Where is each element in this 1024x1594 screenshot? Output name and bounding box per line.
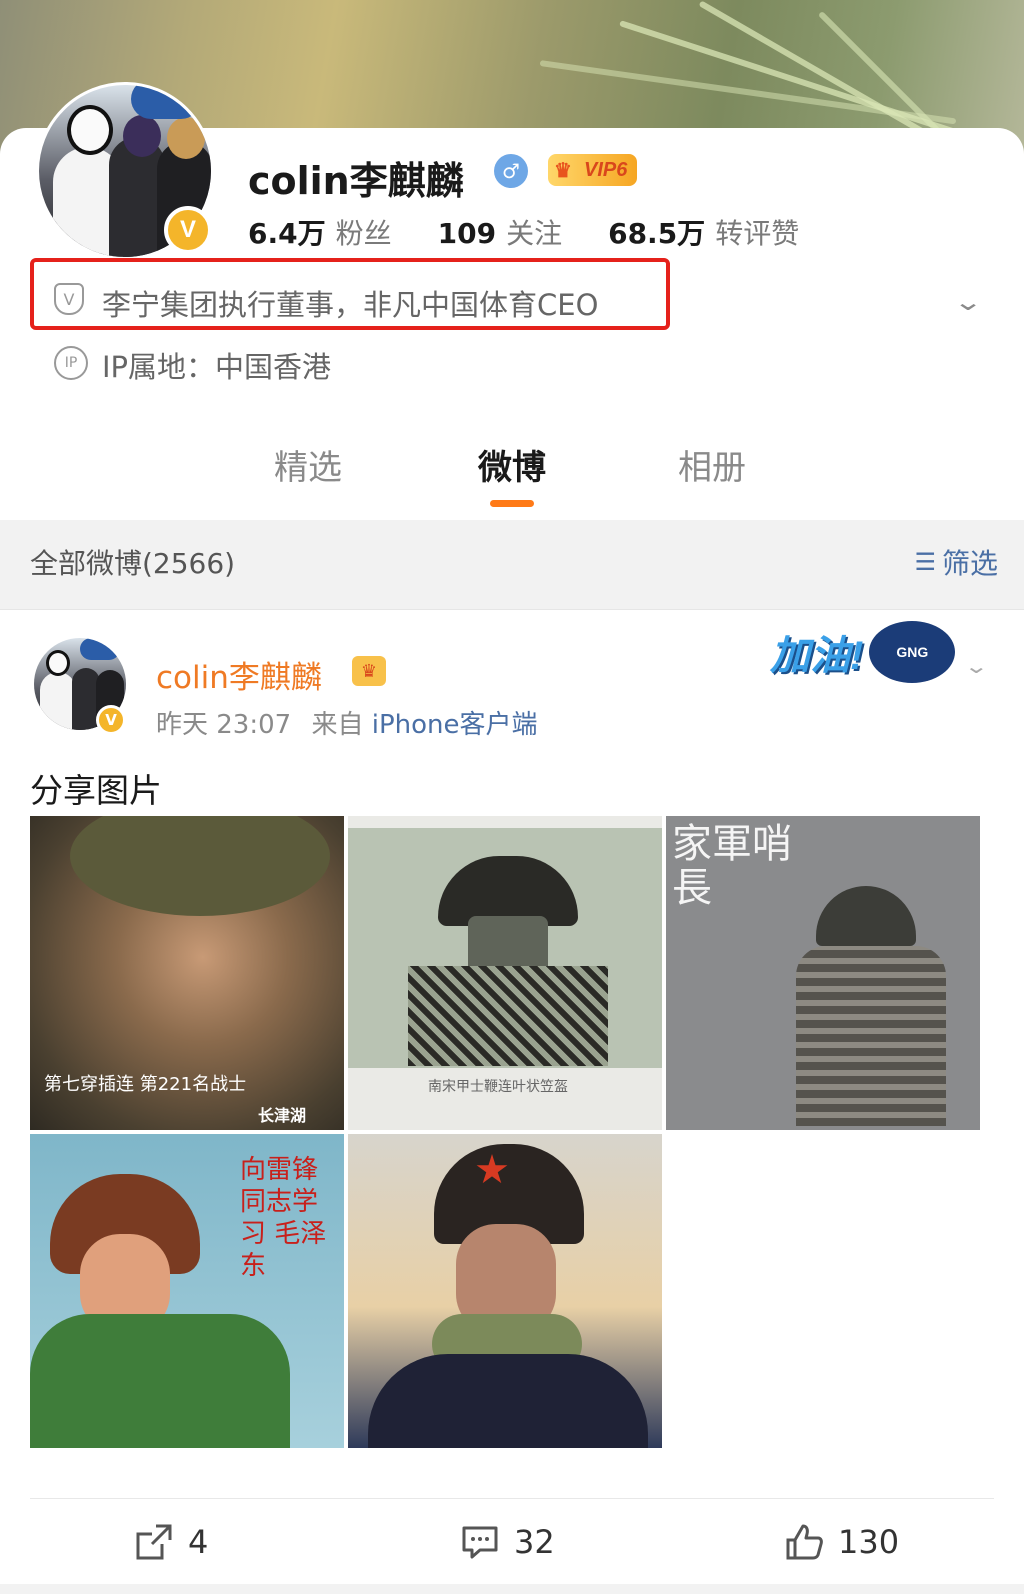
like-count: 130: [838, 1523, 900, 1561]
post-meta: 昨天 23:07 来自 iPhone客户端: [156, 704, 538, 741]
share-button[interactable]: 4: [134, 1522, 208, 1562]
profile-tabs: 精选 微博 相册: [0, 440, 1024, 520]
post-photo-4[interactable]: 向雷锋同志学习 毛泽东: [30, 1134, 344, 1448]
vip-badge[interactable]: ♛ VIP6: [548, 154, 638, 186]
photo-caption: 第七穿插连 第221名战士: [44, 1074, 247, 1095]
all-posts-count[interactable]: 全部微博(2566): [30, 542, 235, 582]
vip-crown-icon: ♛: [352, 656, 386, 686]
share-icon: [136, 1524, 172, 1560]
stat-value: 6.4万: [248, 217, 326, 250]
stat-value: 68.5万: [608, 217, 706, 250]
stat-label: 转评赞: [715, 217, 800, 250]
active-tab-indicator: [490, 500, 534, 507]
filter-label: 筛选: [941, 547, 998, 580]
comment-icon: [462, 1526, 498, 1559]
post-photo-3[interactable]: 家軍哨長: [666, 816, 980, 1130]
expand-chevron-icon[interactable]: ⌄: [953, 288, 983, 316]
comment-count: 32: [514, 1523, 555, 1561]
share-count: 4: [188, 1523, 209, 1561]
verification-shield-icon: V: [54, 283, 84, 315]
stat-followers[interactable]: 6.4万 粉丝: [248, 212, 392, 252]
stat-label: 粉丝: [335, 217, 392, 250]
post-photo-5[interactable]: [348, 1134, 662, 1448]
photo-mark: 长津湖: [258, 1106, 307, 1125]
ip-location-icon: IP: [54, 346, 88, 380]
post-photo-2[interactable]: 南宋甲士鞭连叶状笠盔: [348, 816, 662, 1130]
team-logo-icon: GNG: [869, 621, 956, 683]
vip-label: VIP6: [584, 158, 628, 181]
like-icon: [786, 1524, 823, 1560]
post-verified-badge-icon: V: [96, 705, 126, 735]
tab-weibo[interactable]: 微博: [478, 440, 546, 489]
post-time: 昨天 23:07: [156, 710, 292, 740]
post-source-prefix: 来自: [311, 710, 364, 740]
post-menu-chevron-icon[interactable]: ⌄: [964, 654, 989, 678]
filter-icon: ☰: [914, 548, 936, 576]
bottom-separator: [0, 1584, 1024, 1594]
stat-label: 关注: [506, 217, 563, 250]
profile-stats: 6.4万 粉丝 109 关注 68.5万 转评赞: [248, 212, 799, 252]
tab-featured[interactable]: 精选: [274, 440, 342, 489]
cheer-sticker: 加油! GNG: [770, 621, 956, 683]
post-author-name[interactable]: colin李麒麟: [156, 652, 322, 697]
photo-caption: 家軍哨長: [672, 821, 792, 911]
photo-caption: 向雷锋同志学习 毛泽东: [240, 1155, 327, 1281]
like-button[interactable]: 130: [784, 1522, 899, 1562]
gender-male-icon: ♂: [494, 154, 528, 188]
post-source[interactable]: iPhone客户端: [372, 710, 538, 740]
verified-badge-icon: V: [164, 206, 212, 254]
filter-bar: 全部微博(2566) ☰ 筛选: [0, 520, 1024, 610]
sticker-text: 加油!: [770, 634, 864, 678]
filter-button[interactable]: ☰ 筛选: [914, 542, 998, 582]
stat-interactions[interactable]: 68.5万 转评赞: [608, 212, 799, 252]
tab-album[interactable]: 相册: [678, 440, 746, 489]
post-photo-1[interactable]: 第七穿插连 第221名战士 长津湖: [30, 816, 344, 1130]
post-divider: [30, 1498, 994, 1499]
stat-following[interactable]: 109 关注: [438, 212, 562, 252]
ip-location: IP属地：中国香港: [102, 350, 332, 384]
profile-name: colin李麒麟: [248, 159, 464, 203]
comment-button[interactable]: 32: [460, 1522, 555, 1562]
profile-bio: 李宁集团执行董事，非凡中国体育CEO: [102, 288, 599, 322]
crown-icon: ♛: [554, 160, 572, 182]
photo-caption: 南宋甲士鞭连叶状笠盔: [428, 1079, 568, 1095]
post-text: 分享图片: [30, 771, 162, 810]
stat-value: 109: [437, 217, 497, 250]
